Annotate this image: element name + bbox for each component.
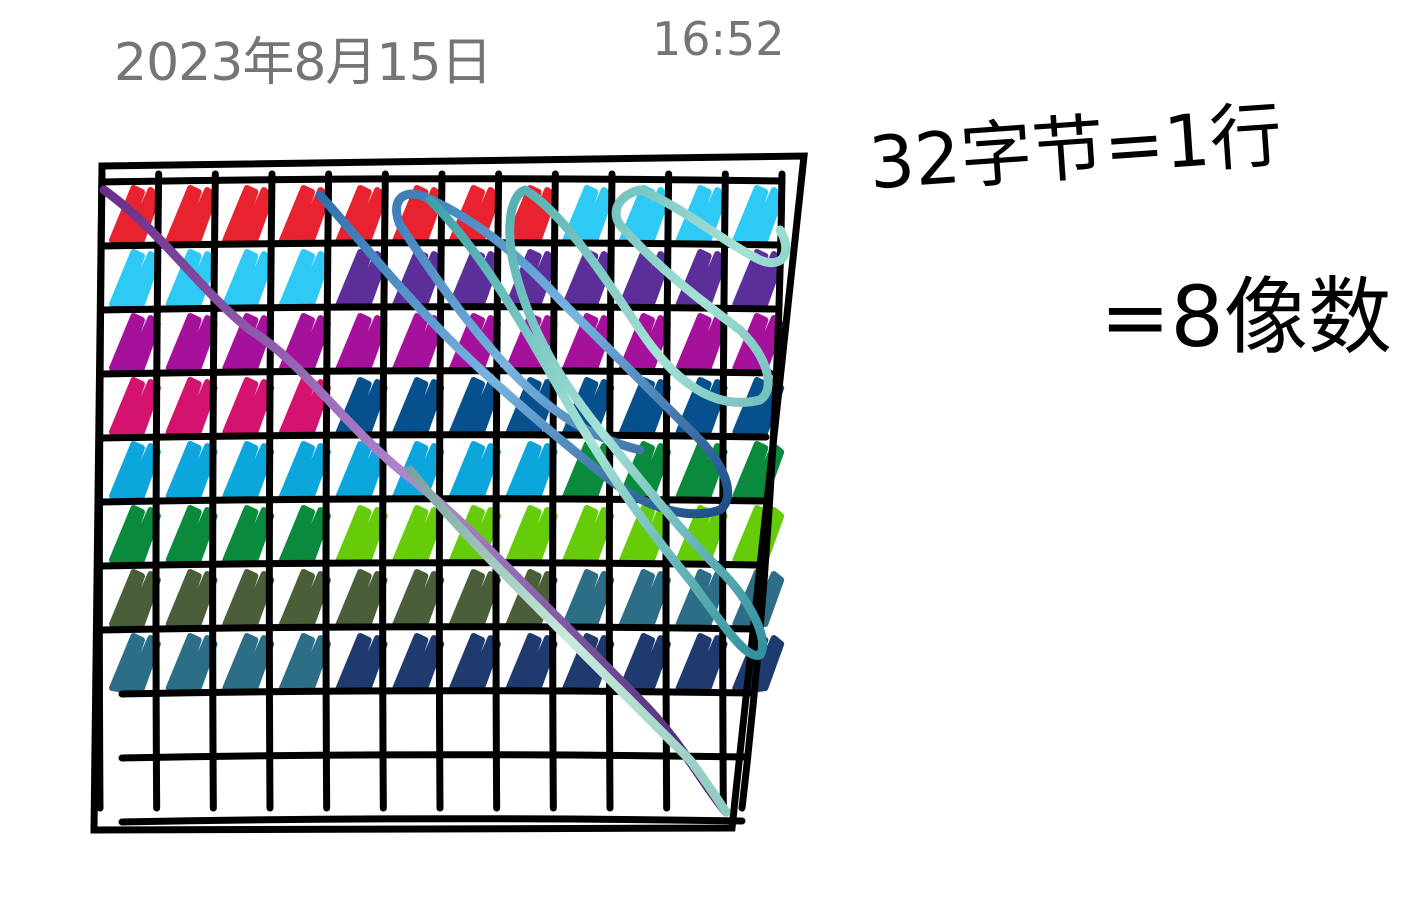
cell-fill xyxy=(222,185,275,245)
grid-row-line xyxy=(98,559,762,570)
cell-fill xyxy=(165,633,218,693)
cell-fill xyxy=(109,249,161,309)
cell-fill xyxy=(562,505,615,565)
cell-fill xyxy=(165,569,218,629)
grid-col-line xyxy=(435,170,446,812)
cell-fill xyxy=(335,185,388,245)
cell-fill xyxy=(505,633,558,693)
cell-fill xyxy=(165,313,218,373)
cell-fill xyxy=(675,313,728,373)
note-line-2: =8像数 xyxy=(1100,268,1392,366)
cell-fill xyxy=(222,569,275,629)
cell-fill xyxy=(222,249,275,309)
cell-fill xyxy=(222,633,275,693)
cell-fill xyxy=(279,249,331,309)
cell-fill xyxy=(619,633,671,693)
cell-fill xyxy=(392,633,445,693)
grid-col-line xyxy=(605,170,616,812)
cell-fill xyxy=(222,505,275,565)
cell-fill xyxy=(562,569,615,629)
cell-fill xyxy=(449,569,501,629)
cell-fill xyxy=(335,505,388,565)
cell-fill xyxy=(165,185,218,245)
cell-fill xyxy=(392,569,445,629)
grid-col-line xyxy=(549,170,559,812)
cell-fill xyxy=(335,633,388,693)
cell-fill xyxy=(619,569,671,629)
cell-fill xyxy=(449,441,501,501)
cell-fill xyxy=(165,505,218,565)
cell-fill xyxy=(449,377,501,437)
cell-fill xyxy=(335,313,388,373)
cell-fill xyxy=(675,633,728,693)
cell-fill xyxy=(109,441,161,501)
cell-fill xyxy=(335,569,388,629)
grid-col-line xyxy=(209,170,219,812)
cell-fill xyxy=(165,377,218,437)
cell-fill xyxy=(109,377,161,437)
cell-fill xyxy=(279,633,331,693)
grid-row-line xyxy=(98,623,758,634)
cell-fill xyxy=(505,441,558,501)
cell-fill xyxy=(449,633,501,693)
cell-fill xyxy=(222,377,275,437)
cell-fill xyxy=(392,377,445,437)
cell-fill xyxy=(165,441,218,501)
cell-fill xyxy=(222,441,275,501)
grid-col-line xyxy=(152,170,163,812)
cell-fill xyxy=(279,569,331,629)
cell-fill xyxy=(505,505,558,565)
cell-fill xyxy=(335,377,388,437)
cell-fill xyxy=(109,569,161,629)
cell-fill xyxy=(279,505,331,565)
cell-fill xyxy=(109,313,161,373)
grid-col-line xyxy=(322,170,333,812)
cell-fill xyxy=(619,249,671,309)
cell-fill xyxy=(109,505,161,565)
cell-fill xyxy=(109,633,161,693)
grid-col-line xyxy=(265,170,276,812)
grid-col-line xyxy=(492,170,503,812)
grid-row-line xyxy=(118,815,746,826)
cell-fill xyxy=(392,505,445,565)
cell-fill xyxy=(279,441,331,501)
cell-fill xyxy=(732,185,785,245)
